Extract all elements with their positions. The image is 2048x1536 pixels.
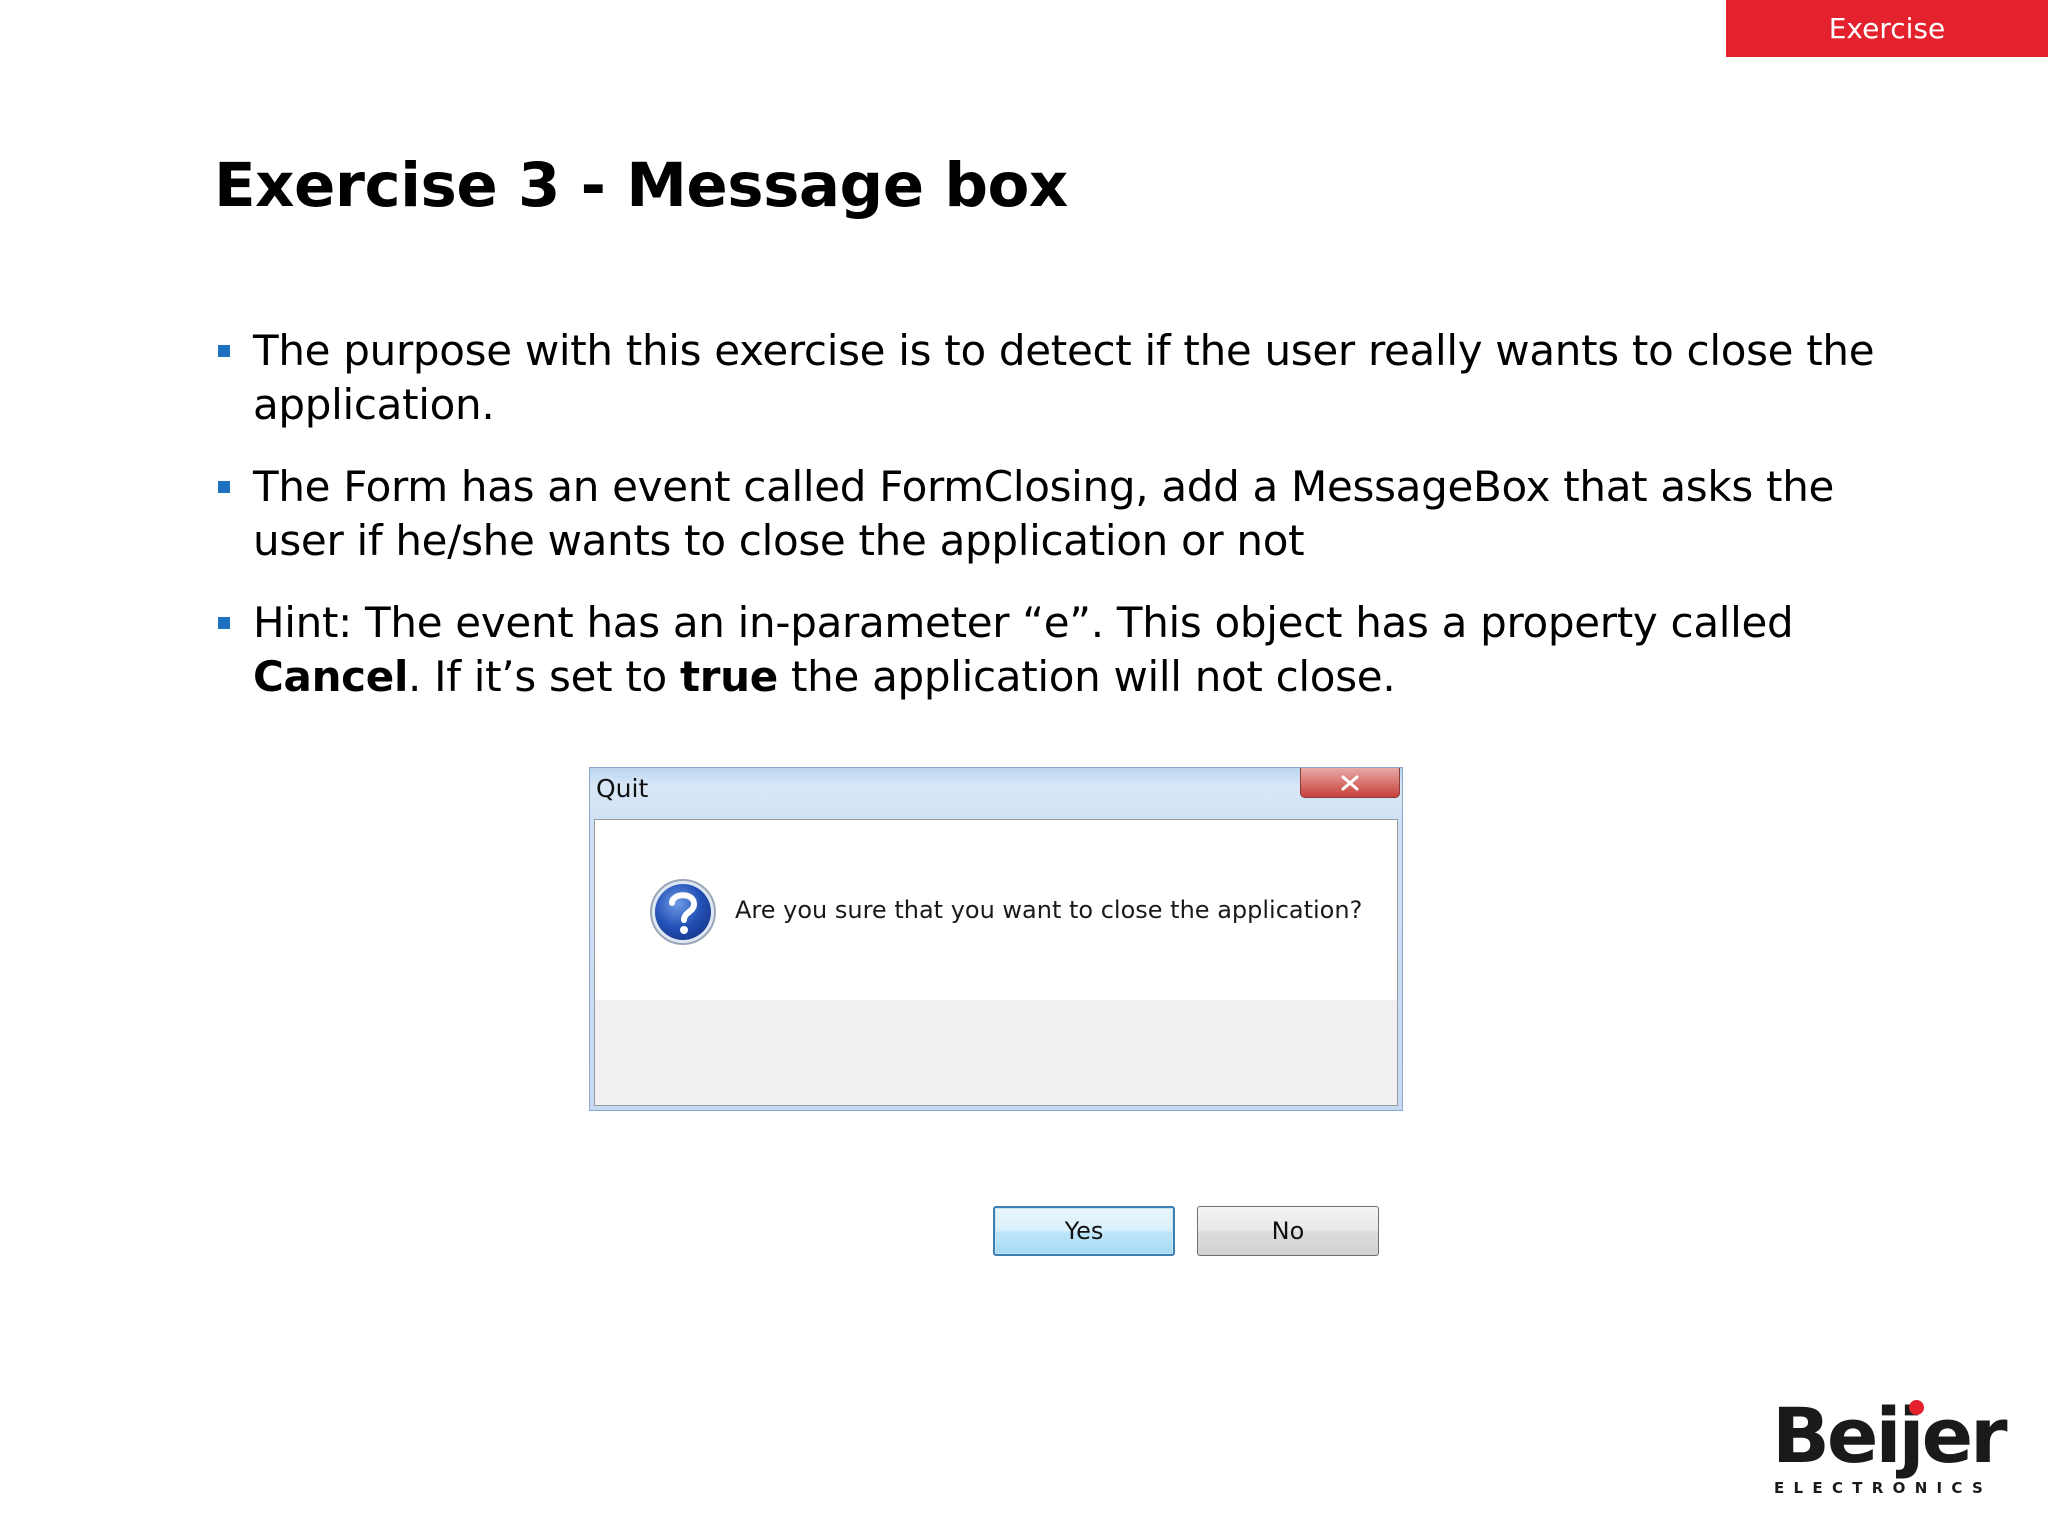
dialog-message: Are you sure that you want to close the … bbox=[735, 896, 1363, 924]
quit-dialog-window: Quit Are you sure that you want to close… bbox=[589, 767, 1403, 1256]
bullet-square-icon bbox=[218, 617, 230, 629]
hint-text-part: Hint: The event has an in-parameter “e”.… bbox=[253, 598, 1794, 647]
dialog-button-bar: Yes No bbox=[595, 1000, 1397, 1256]
bullet-text: The purpose with this exercise is to det… bbox=[253, 326, 1875, 429]
bullet-square-icon bbox=[218, 481, 230, 493]
no-button-label: No bbox=[1271, 1217, 1305, 1245]
bullet-item: The Form has an event called FormClosing… bbox=[214, 460, 1904, 568]
bullet-text: The Form has an event called FormClosing… bbox=[253, 462, 1835, 565]
logo-red-dot bbox=[1909, 1400, 1924, 1415]
beijer-logo: Beijer ELECTRONICS bbox=[1772, 1398, 2008, 1498]
hint-text-part: the application will not close. bbox=[777, 652, 1396, 701]
bullet-text: Hint: The event has an in-parameter “e”.… bbox=[253, 598, 1794, 701]
hint-bold-true: true bbox=[679, 652, 778, 701]
section-tag-label: Exercise bbox=[1828, 12, 1946, 45]
slide-title: Exercise 3 - Message box bbox=[214, 150, 1068, 221]
bullet-list: The purpose with this exercise is to det… bbox=[214, 324, 1904, 732]
bullet-item: The purpose with this exercise is to det… bbox=[214, 324, 1904, 432]
yes-button[interactable]: Yes bbox=[993, 1206, 1175, 1256]
dialog-title: Quit bbox=[596, 774, 649, 803]
slide: Exercise Exercise 3 - Message box The pu… bbox=[0, 0, 2048, 1536]
bullet-item: Hint: The event has an in-parameter “e”.… bbox=[214, 596, 1904, 704]
hint-bold-cancel: Cancel bbox=[253, 652, 409, 701]
close-button[interactable] bbox=[1300, 768, 1400, 798]
hint-text-part: . If it’s set to bbox=[408, 652, 680, 701]
yes-button-label: Yes bbox=[1064, 1217, 1104, 1245]
dialog-body: Are you sure that you want to close the … bbox=[594, 819, 1398, 1256]
close-icon bbox=[1341, 775, 1359, 790]
logo-wordmark: Beijer bbox=[1772, 1391, 2008, 1480]
no-button[interactable]: No bbox=[1197, 1206, 1379, 1256]
bullet-square-icon bbox=[218, 345, 230, 357]
logo-subtitle: ELECTRONICS bbox=[1774, 1479, 1993, 1497]
section-tag: Exercise bbox=[1726, 0, 2048, 57]
question-icon bbox=[648, 877, 718, 951]
